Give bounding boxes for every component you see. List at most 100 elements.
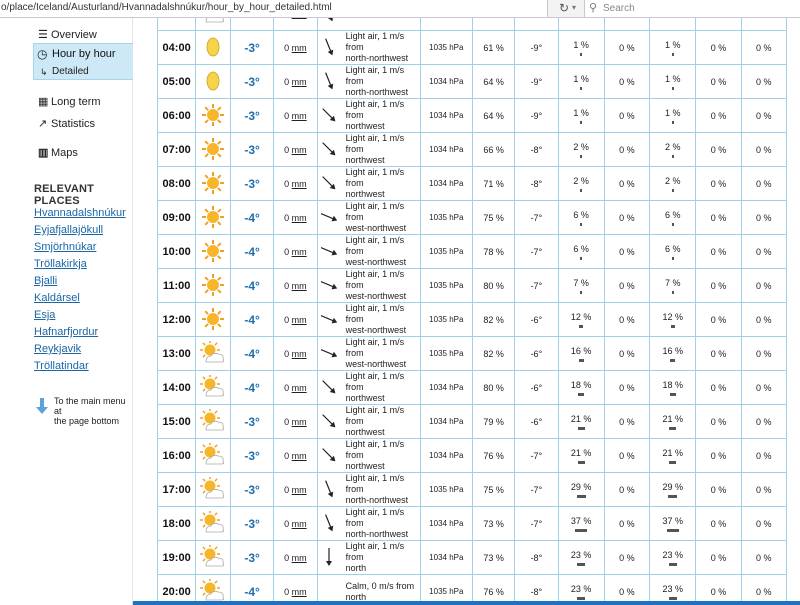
pressure-cell: 1034 hPa (419, 132, 473, 167)
fog-cell: 0 % (740, 336, 787, 371)
humidity-cell: 76 % (471, 438, 516, 473)
medium-clouds-cell: 37 % (649, 506, 697, 541)
sidebar-item-statistics[interactable]: ↗ Statistics (0, 114, 133, 134)
cloud-cover-value: 2 % (573, 175, 589, 186)
fog-cell: 0 % (740, 268, 787, 303)
temperature-cell: -3° (230, 166, 274, 201)
sub-arrow-icon: ↳ (40, 67, 48, 77)
medium-clouds-cell: 29 % (649, 472, 697, 507)
sidebar: ☰ Overview ◷ Hour by hour ↳ Detailed ▦ L… (0, 18, 133, 605)
wind-cell: Light air, 1 m/s from northwest (339, 370, 421, 405)
time-cell: 04:00 (157, 30, 197, 65)
precip-unit-link[interactable]: mm (292, 553, 307, 563)
dew-point-cell: -6° (514, 404, 559, 439)
cloud-cover-value: 6 % (573, 209, 589, 220)
cloud-cover-bar (577, 562, 586, 566)
weather-sun-icon (195, 268, 232, 303)
place-link[interactable]: Smjörhnúkar (34, 240, 96, 254)
humidity-cell: 73 % (471, 540, 516, 575)
sidebar-subitem-detailed[interactable]: Detailed (52, 66, 89, 78)
wind-direction-text: north-northwest (345, 87, 409, 97)
cloud-cover-value: 6 % (573, 243, 589, 254)
precip-unit-link[interactable]: mm (292, 43, 307, 53)
high-clouds-cell (695, 18, 742, 31)
wind-direction-text: west-northwest (345, 223, 407, 233)
address-bar[interactable]: o/place/Iceland/Austurland/Hvannadalshnú… (0, 0, 548, 17)
precip-unit-link[interactable]: mm (292, 349, 307, 359)
precip-unit-link[interactable]: mm (292, 485, 307, 495)
time-cell: 06:00 (157, 98, 197, 133)
precip-unit-link[interactable]: mm (292, 111, 307, 121)
place-link[interactable]: Tröllatindar (34, 359, 89, 373)
precipitation-cell: 0 mm (272, 98, 319, 133)
humidity-cell: 82 % (471, 302, 516, 337)
sidebar-item-label: Overview (51, 29, 97, 41)
place-link[interactable]: Eyjafjallajökull (34, 223, 103, 237)
temperature-cell: -3° (230, 132, 274, 167)
place-link[interactable]: Bjalli (34, 274, 57, 288)
temperature-cell: -4° (230, 200, 274, 235)
sidebar-item-overview[interactable]: ☰ Overview (0, 25, 133, 45)
dew-point-cell: -6° (514, 302, 559, 337)
main-menu-link[interactable]: To the main menu at the page bottom (36, 396, 132, 426)
wind-arrow-icon (316, 18, 340, 31)
precip-value: 0 (284, 416, 290, 427)
low-clouds-cell: 0 % (603, 472, 651, 507)
time-cell: 11:00 (157, 268, 197, 303)
low-clouds-cell: 0 % (603, 438, 651, 473)
weather-sun-partly-icon (195, 540, 232, 575)
weather-sun-icon (195, 200, 232, 235)
precip-unit-link[interactable]: mm (292, 213, 307, 223)
precip-unit-link[interactable]: mm (292, 519, 307, 529)
wind-arrow-icon (316, 234, 340, 269)
medium-clouds-cell: 12 % (649, 302, 697, 337)
precipitation-cell: 0 mm (272, 370, 319, 405)
reload-icon[interactable]: ↻ (556, 0, 572, 16)
sidebar-item-hour-by-hour[interactable]: ◷ Hour by hour ↳ Detailed (33, 43, 133, 80)
precip-unit-link[interactable]: mm (292, 451, 307, 461)
high-clouds-cell: 0 % (695, 472, 742, 507)
time-cell: 15:00 (157, 404, 197, 439)
precip-unit-link[interactable]: mm (292, 179, 307, 189)
precip-unit-link[interactable]: mm (292, 315, 307, 325)
precip-unit-link[interactable]: mm (292, 18, 307, 19)
table-row: 06:00 -3° 0 mm Light air, 1 m/s from northwe… (157, 98, 787, 133)
precip-unit-link[interactable]: mm (292, 383, 307, 393)
medium-clouds-cell: 1 % (649, 64, 697, 99)
pressure-cell: 1034 hPa (419, 438, 473, 473)
sidebar-item-long-term[interactable]: ▦ Long term (0, 92, 133, 112)
dropdown-arrow-icon[interactable]: ▾ (572, 0, 582, 16)
low-clouds-cell: 0 % (603, 506, 651, 541)
precip-unit-link[interactable]: mm (292, 281, 307, 291)
place-link[interactable]: Hvannadalshnúkur (34, 206, 126, 220)
weather-sun-partly-icon (195, 18, 232, 31)
cloud-cover-bar (580, 52, 583, 56)
wind-direction-text: west-northwest (345, 359, 407, 369)
precip-unit-link[interactable]: mm (292, 247, 307, 257)
precip-unit-link[interactable]: mm (292, 587, 307, 597)
precip-unit-link[interactable]: mm (292, 145, 307, 155)
precip-value: 0 (284, 42, 290, 53)
place-link[interactable]: Reykjavik (34, 342, 81, 356)
humidity-cell: 66 % (471, 132, 516, 167)
medium-clouds-cell: 1 % (649, 98, 697, 133)
dew-point-cell: -9° (514, 98, 559, 133)
table-row: 13:00 -4° 0 mm Light air, 1 m/s from west-no… (157, 336, 787, 371)
high-clouds-cell: 0 % (695, 64, 742, 99)
high-clouds-cell: 0 % (695, 540, 742, 575)
precip-unit-link[interactable]: mm (292, 417, 307, 427)
precipitation-cell: 0 mm (272, 268, 319, 303)
place-link[interactable]: Esja (34, 308, 55, 322)
precip-unit-link[interactable]: mm (292, 77, 307, 87)
place-link[interactable]: Kaldársel (34, 291, 80, 305)
place-link[interactable]: Hafnarfjordur (34, 325, 98, 339)
place-link[interactable]: Tröllakirkja (34, 257, 87, 271)
cloud-cover-cell: 29 % (557, 472, 605, 507)
wind-text: Light air, 1 m/s from (345, 439, 405, 461)
search-input[interactable]: ⚲ Search (584, 0, 800, 17)
weather-sun-icon (195, 132, 232, 167)
medium-clouds-cell: 23 % (649, 540, 697, 575)
low-clouds-cell: 0 % (603, 30, 651, 65)
temperature-cell: -3° (230, 30, 274, 65)
sidebar-item-maps[interactable]: ▥ Maps (0, 143, 133, 163)
